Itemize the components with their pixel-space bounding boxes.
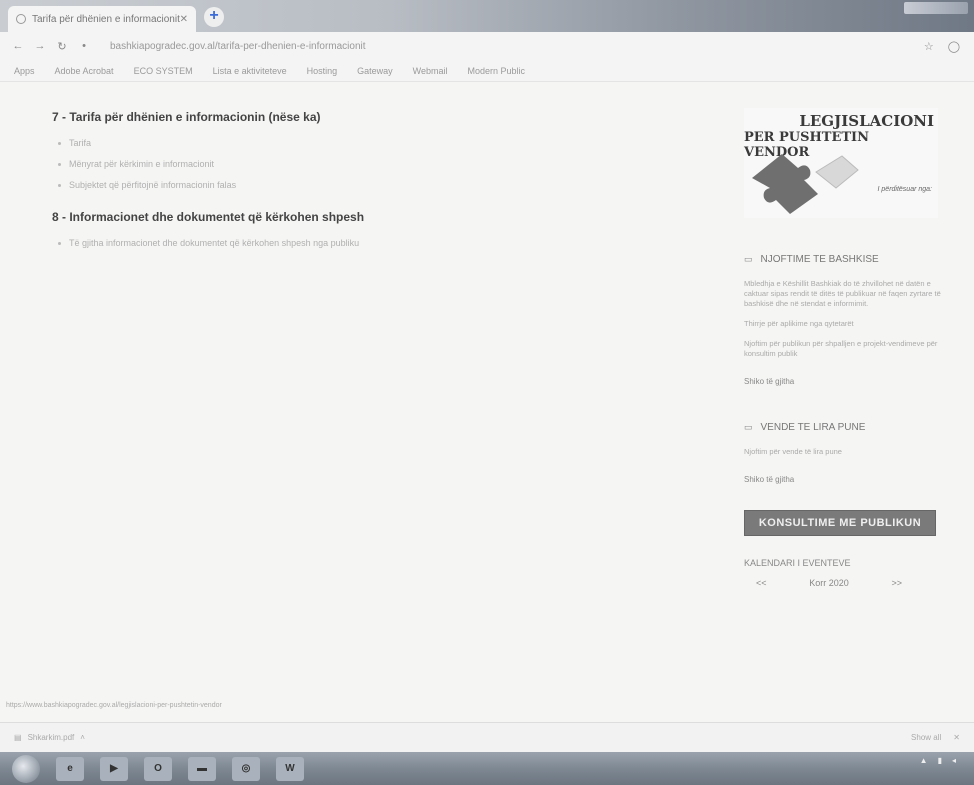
bookmark-item[interactable]: Gateway (357, 66, 393, 76)
download-item[interactable]: ▤ Shkarkim.pdf ˄ (14, 733, 911, 742)
media-player-icon[interactable]: ▶ (100, 756, 128, 781)
legislation-banner[interactable]: LEGJISLACIONI PER PUSHTETIN VENDOR I për… (744, 108, 938, 218)
volume-icon[interactable]: ◂ (952, 756, 956, 765)
bookmark-item[interactable]: ECO SYSTEM (134, 66, 193, 76)
job-item[interactable]: Njoftim për vende të lira pune (744, 447, 944, 457)
tab-title: Tarifa për dhënien e informacionit (32, 13, 180, 25)
status-url: https://www.bashkiapogradec.gov.al/legji… (6, 702, 222, 709)
chrome-icon[interactable]: ◎ (232, 756, 260, 781)
network-icon[interactable]: ▮ (938, 756, 942, 765)
ie-icon[interactable]: e (56, 756, 84, 781)
calendar-prev-button[interactable]: << (756, 578, 767, 588)
jobs-view-all-link[interactable]: Shiko të gjitha (744, 475, 944, 484)
tray-arrow-icon[interactable]: ▲ (920, 756, 928, 765)
sidebar: LEGJISLACIONI PER PUSHTETIN VENDOR I për… (744, 82, 944, 588)
list-item[interactable]: Mënyrat për kërkimin e informacionit (58, 159, 712, 169)
file-icon: ▤ (14, 733, 22, 742)
bookmark-item[interactable]: Modern Public (468, 66, 526, 76)
calendar-month: Korr 2020 (809, 578, 849, 588)
bookmark-star-icon[interactable]: ☆ (924, 40, 934, 53)
banner-caption: I përditësuar nga: (877, 186, 932, 193)
os-taskbar: e ▶ O ▬ ◎ W ▲ ▮ ◂ (0, 752, 974, 785)
briefcase-icon: ▭ (744, 422, 753, 432)
lock-icon: • (82, 40, 86, 52)
profile-icon[interactable]: ◯ (948, 40, 960, 53)
chevron-up-icon[interactable]: ˄ (80, 733, 85, 742)
news-icon: ▭ (744, 254, 753, 264)
reload-icon[interactable]: ↻ (54, 40, 70, 53)
calendar-nav: << Korr 2020 >> (744, 578, 914, 588)
main-column: 7 - Tarifa për dhënien e informacionin (… (52, 82, 712, 259)
window-controls[interactable] (904, 2, 968, 14)
explorer-folder-icon[interactable]: ▬ (188, 756, 216, 781)
calendar-title: KALENDARI I EVENTEVE (744, 558, 851, 568)
forward-arrow-icon[interactable]: → (32, 40, 48, 52)
list-item[interactable]: Tarifa (58, 138, 712, 148)
list-item[interactable]: Subjektet që përfitojnë informacionin fa… (58, 180, 712, 190)
new-tab-icon[interactable]: + (204, 7, 224, 27)
calendar-next-button[interactable]: >> (891, 578, 902, 588)
public-consultation-button[interactable]: KONSULTIME ME PUBLIKUN (744, 510, 936, 536)
jobs-widget-title: ▭ VENDE TE LIRA PUNE (744, 422, 866, 433)
news-widget-title: ▭ NJOFTIME TE BASHKISE (744, 254, 879, 265)
downloads-bar: ▤ Shkarkim.pdf ˄ Show all ✕ (0, 722, 974, 752)
bookmarks-bar: Apps Adobe Acrobat ECO SYSTEM Lista e ak… (0, 60, 974, 82)
browser-tab[interactable]: Tarifa për dhënien e informacionit ✕ (8, 6, 196, 32)
start-button-icon[interactable] (12, 754, 40, 783)
back-arrow-icon[interactable]: ← (10, 40, 26, 52)
bookmark-item[interactable]: Hosting (307, 66, 338, 76)
outlook-icon[interactable]: O (144, 756, 172, 781)
url-field[interactable]: bashkiapogradec.gov.al/tarifa-per-dhenie… (110, 41, 924, 52)
page-favicon-icon (16, 14, 26, 24)
news-item[interactable]: Njoftim për publikun për shpalljen e pro… (744, 339, 944, 359)
browser-tab-strip: Tarifa për dhënien e informacionit ✕ + (0, 0, 974, 32)
close-icon[interactable]: ✕ (953, 733, 960, 742)
news-item[interactable]: Mbledhja e Këshillit Bashkiak do të zhvi… (744, 279, 944, 309)
address-bar: ← → ↻ • bashkiapogradec.gov.al/tarifa-pe… (0, 32, 974, 60)
section-7-title: 7 - Tarifa për dhënien e informacionin (… (52, 110, 321, 124)
show-all-button[interactable]: Show all (911, 733, 941, 742)
system-tray: ▲ ▮ ◂ (920, 756, 966, 765)
section-8-title: 8 - Informacionet dhe dokumentet që kërk… (52, 210, 365, 224)
bookmark-item[interactable]: Adobe Acrobat (55, 66, 114, 76)
bookmark-item[interactable]: Lista e aktiviteteve (213, 66, 287, 76)
tab-close-icon[interactable]: ✕ (180, 14, 188, 25)
puzzle-icon (752, 154, 859, 214)
bookmark-item[interactable]: Apps (14, 66, 35, 76)
news-view-all-link[interactable]: Shiko të gjitha (744, 377, 944, 386)
bookmark-item[interactable]: Webmail (413, 66, 448, 76)
word-icon[interactable]: W (276, 756, 304, 781)
news-item[interactable]: Thirrje për aplikime nga qytetarët (744, 319, 944, 329)
banner-title: LEGJISLACIONI (799, 112, 934, 130)
list-item[interactable]: Të gjitha informacionet dhe dokumentet q… (58, 238, 712, 248)
page-content: 7 - Tarifa për dhënien e informacionin (… (0, 82, 974, 722)
